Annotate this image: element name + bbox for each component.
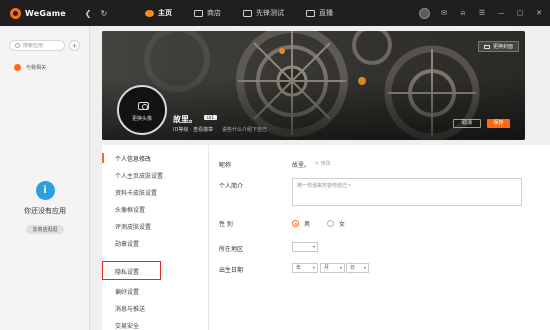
radio-unselected-icon [327, 220, 334, 227]
birth-month-select[interactable]: 月 ▾ [320, 263, 345, 273]
shop-icon [194, 9, 203, 17]
minimize-icon[interactable]: — [496, 8, 506, 18]
region-label: 所在地区 [219, 246, 244, 253]
menu-item-trade-security[interactable]: 交易安全 [115, 321, 139, 330]
bell-icon[interactable]: ⍾ [458, 8, 468, 18]
gender-female-radio[interactable]: 女 [327, 219, 345, 228]
search-icon [15, 43, 20, 48]
gender-label: 性 别 [219, 221, 233, 228]
tab-live-label: 直播 [319, 9, 333, 17]
menu-item-profile-edit[interactable]: 个人信息修改 [115, 154, 151, 163]
profile-form: 昵称 故里。 ✎ 修改 个人简介 用一句话来形容你自己~ 性 别 男 女 所在地… [209, 145, 550, 330]
close-icon[interactable]: ✕ [534, 8, 544, 18]
app-sidebar: 搜索应用 + 与我相关 i 你还没有应用 去商店逛逛 [0, 26, 90, 330]
add-app-button[interactable]: + [69, 40, 80, 51]
day-placeholder: 日 [350, 265, 356, 271]
tab-live[interactable]: 直播 [306, 8, 333, 18]
cancel-button[interactable]: 取消 [453, 119, 481, 128]
edit-nickname-link[interactable]: ✎ 修改 [315, 160, 331, 167]
region-select[interactable]: ▾ [292, 242, 318, 252]
user-avatar[interactable] [419, 7, 430, 19]
menu-item-messages[interactable]: 消息与推送 [115, 304, 145, 313]
image-icon [483, 44, 490, 49]
wegame-logo[interactable]: WeGame [10, 7, 80, 19]
nickname-label: 昵称 [219, 162, 232, 169]
menu-item-review-skin[interactable]: 评测皮肤设置 [115, 222, 151, 231]
level-badge: LV1 [204, 115, 218, 120]
month-placeholder: 月 [324, 265, 330, 271]
change-cover-label: 更换封面 [492, 44, 513, 50]
change-cover-button[interactable]: 更换封面 [477, 41, 519, 52]
related-label: 与我相关 [26, 65, 47, 71]
intro-label: 个人简介 [219, 183, 244, 190]
tab-home-label: 主页 [158, 9, 172, 17]
female-label: 女 [339, 221, 346, 228]
menu-item-preferences[interactable]: 偏好设置 [115, 287, 139, 296]
related-to-me-item[interactable]: 与我相关 [14, 64, 46, 71]
refresh-icon[interactable]: ↻ [96, 9, 112, 18]
tab-home[interactable]: 主页 [145, 8, 172, 18]
chevron-down-icon: ▾ [339, 265, 342, 270]
gender-male-radio[interactable]: 男 [292, 219, 310, 228]
profile-name: 故里。 [173, 115, 197, 124]
maximize-icon[interactable]: ▢ [515, 8, 525, 18]
male-label: 男 [304, 221, 311, 228]
main-nav: 主页 商店 先锋测试 直播 [145, 8, 355, 18]
window-controls: ✉ ⍾ ☰ — ▢ ✕ [419, 0, 544, 26]
settings-menu: 个人信息修改 个人主页皮肤设置 资料卡皮肤设置 头像框设置 评测皮肤设置 勋章设… [102, 145, 209, 330]
birth-year-select[interactable]: 年 ▾ [292, 263, 318, 273]
save-button[interactable]: 保存 [487, 119, 510, 128]
menu-item-homepage-skin[interactable]: 个人主页皮肤设置 [115, 171, 163, 180]
birth-day-select[interactable]: 日 ▾ [346, 263, 369, 273]
birthday-label: 出生日期 [219, 267, 244, 274]
live-icon [306, 9, 315, 17]
info-icon: i [35, 181, 55, 200]
chevron-down-icon: ▾ [312, 244, 315, 249]
mail-icon[interactable]: ✉ [439, 8, 449, 18]
go-to-shop-button[interactable]: 去商店逛逛 [26, 225, 64, 234]
year-placeholder: 年 [296, 265, 302, 271]
chevron-down-icon: ▾ [363, 265, 366, 270]
wegame-window: WeGame ❮ ↻ 主页 商店 先锋测试 直播 ✉ ⍾ ☰ — ▢ ✕ 搜索应… [0, 0, 550, 330]
change-avatar-label: 更换头像 [131, 116, 152, 122]
profile-banner: 更换封面 更换头像 故里。 LV1 ID等级 · 查看徽章 说些什么介绍下自己 … [102, 31, 525, 140]
active-item-marker [102, 153, 104, 163]
back-icon[interactable]: ❮ [80, 9, 96, 18]
related-icon [14, 64, 21, 71]
empty-apps-text: 你还没有应用 [24, 207, 66, 215]
menu-item-medal[interactable]: 勋章设置 [115, 239, 139, 248]
intro-textarea[interactable]: 用一句话来形容你自己~ [292, 178, 522, 206]
tab-shop-label: 商店 [207, 9, 221, 17]
home-icon [145, 9, 154, 17]
menu-icon[interactable]: ☰ [477, 8, 487, 18]
logo-text: WeGame [25, 8, 66, 18]
camera-icon [138, 102, 149, 110]
search-input[interactable]: 搜索应用 [9, 40, 65, 51]
empty-apps-panel: i 你还没有应用 去商店逛逛 [0, 181, 90, 235]
top-bar: WeGame ❮ ↻ 主页 商店 先锋测试 直播 ✉ ⍾ ☰ — ▢ ✕ [0, 0, 550, 26]
signature-text[interactable]: 说些什么介绍下自己 [222, 126, 267, 133]
nickname-value: 故里。 [292, 162, 311, 169]
profile-id-text[interactable]: ID等级 · 查看徽章 [173, 126, 213, 133]
menu-item-privacy[interactable]: 隐私设置 [115, 267, 139, 276]
menu-item-avatar-frame[interactable]: 头像框设置 [115, 205, 145, 214]
search-placeholder: 搜索应用 [23, 43, 44, 49]
wegame-logo-icon [10, 7, 21, 19]
menu-item-card-skin[interactable]: 资料卡皮肤设置 [115, 188, 157, 197]
tab-shop[interactable]: 商店 [194, 8, 221, 18]
tab-test-label: 先锋测试 [256, 9, 284, 17]
chevron-down-icon: ▾ [312, 265, 315, 270]
test-icon [243, 9, 252, 17]
tab-test[interactable]: 先锋测试 [243, 8, 284, 18]
profile-avatar[interactable]: 更换头像 [117, 85, 167, 135]
radio-selected-icon [292, 220, 299, 227]
